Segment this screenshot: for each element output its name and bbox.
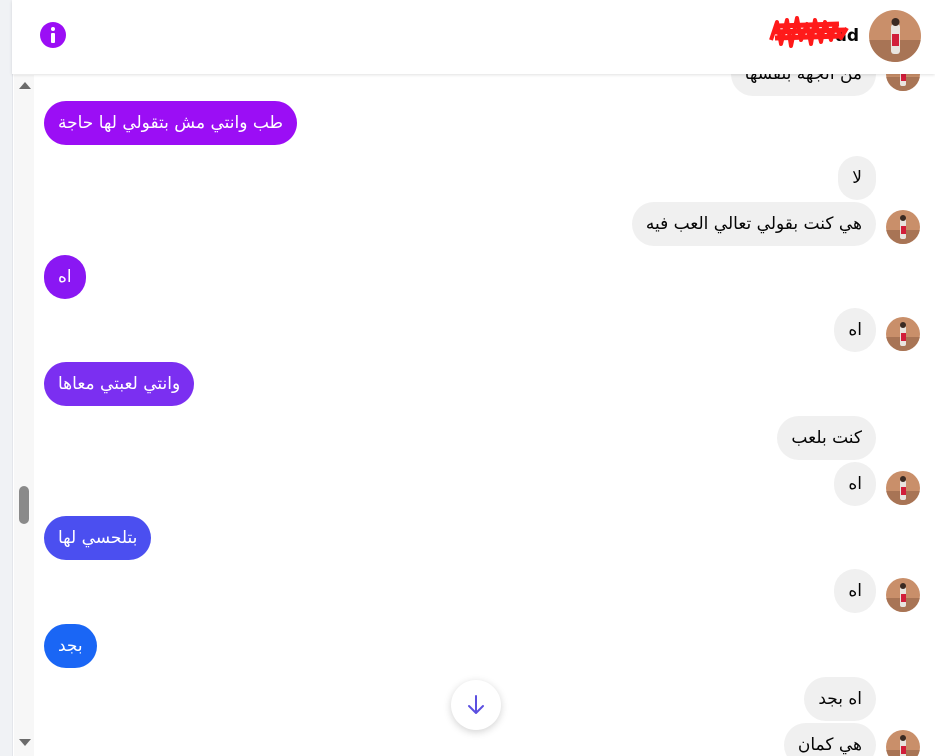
sender-avatar[interactable] [886,74,920,91]
received-message[interactable]: من الجهة بنفسها [730,74,876,96]
received-message[interactable]: هي كمان [783,723,876,756]
sender-avatar[interactable] [886,317,920,351]
sent-message[interactable]: طب وانتي مش بتقولي لها حاجة [44,101,298,145]
scroll-to-bottom-button[interactable] [451,680,501,730]
received-message[interactable]: هي كنت بقولي تعالي العب فيه [631,202,876,246]
info-icon[interactable] [40,22,66,48]
received-message[interactable]: لا [838,156,876,200]
left-panel-edge [0,0,13,756]
sent-message[interactable]: اه [44,255,86,299]
received-message[interactable]: اه بجد [804,677,876,721]
message-list: من الجهة بنفسها طب وانتي مش بتقولي لها ح… [36,74,935,756]
chat-header: ad [12,0,935,74]
received-message[interactable]: اه [834,569,876,613]
sender-avatar[interactable] [886,471,920,505]
scrollbar-thumb[interactable] [19,486,29,524]
received-message[interactable]: اه [834,462,876,506]
sent-message[interactable]: بجد [44,624,97,668]
contact-avatar[interactable] [869,10,921,62]
scroll-down-arrow-icon[interactable] [19,739,31,746]
scroll-up-arrow-icon[interactable] [19,82,31,89]
redaction-scribble [769,16,849,48]
received-message[interactable]: اه [834,308,876,352]
arrow-down-icon [468,695,484,714]
sent-message[interactable]: بتلحسي لها [44,516,152,560]
received-message[interactable]: كنت بلعب [777,416,876,460]
sent-message[interactable]: وانتي لعبتي معاها [44,362,195,406]
sender-avatar[interactable] [886,730,920,756]
sender-avatar[interactable] [886,210,920,244]
scrollbar[interactable] [14,75,34,756]
sender-avatar[interactable] [886,578,920,612]
